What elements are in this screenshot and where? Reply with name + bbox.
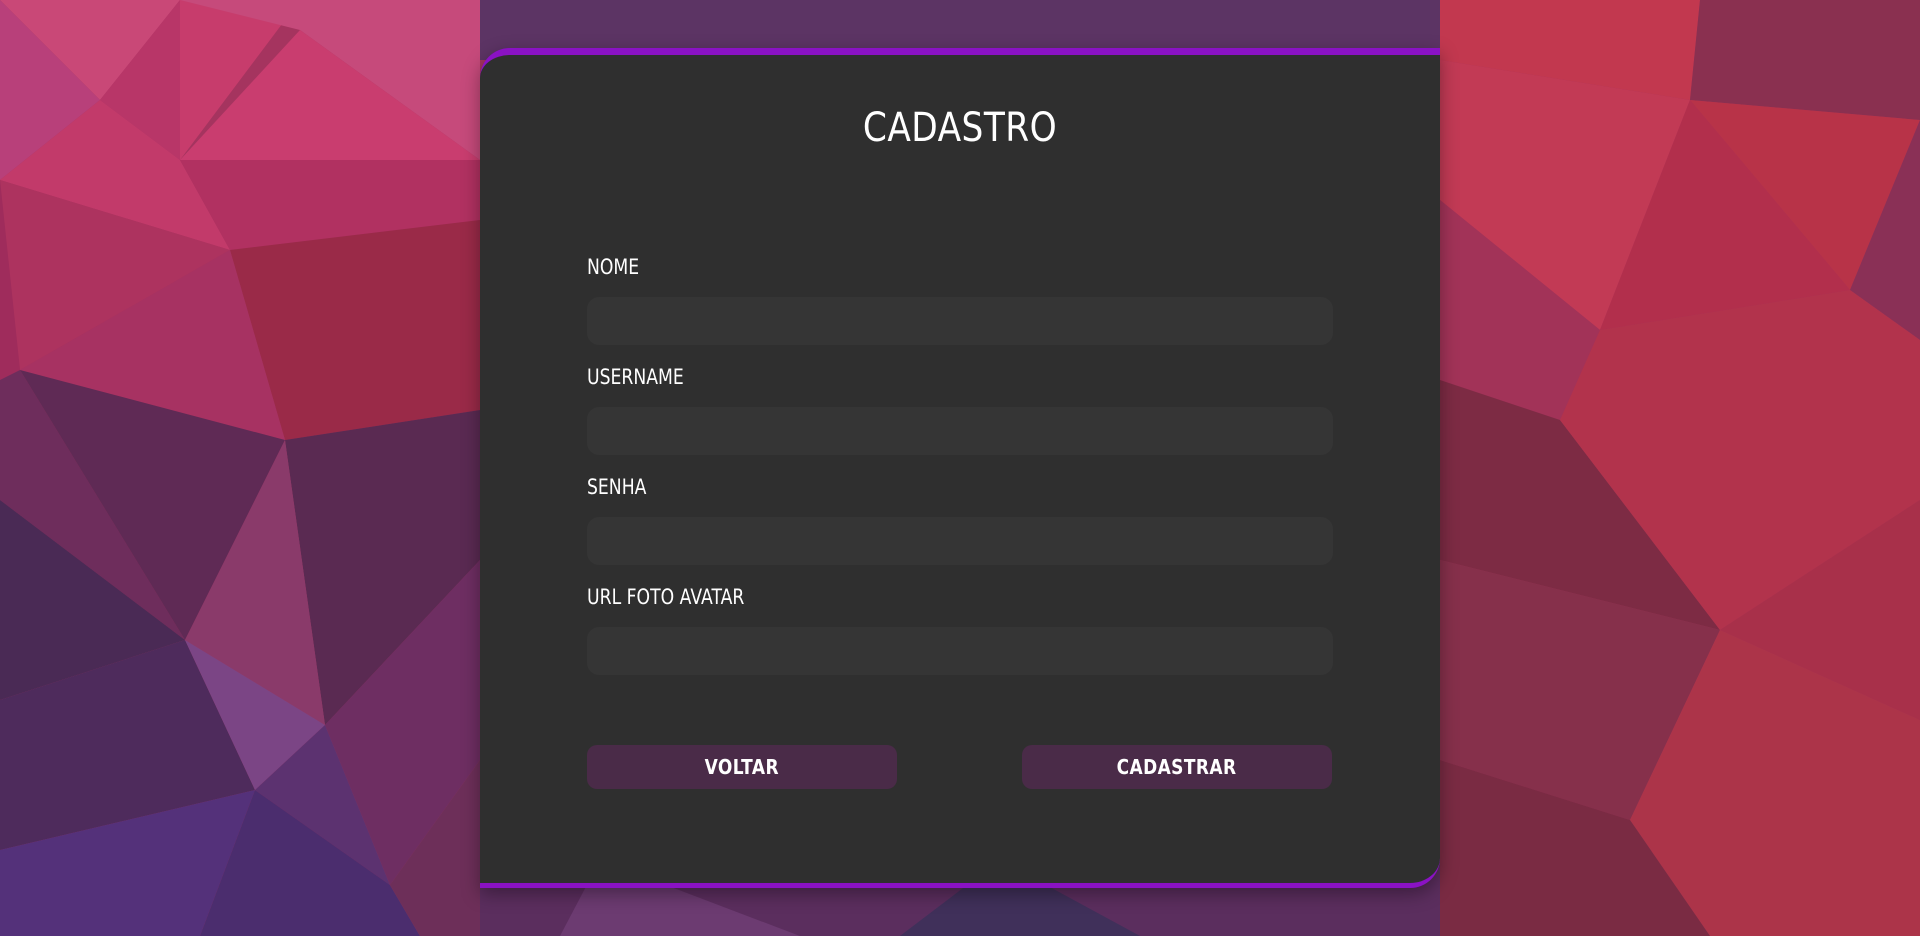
signup-card: CADASTRO NOME USERNAME SENHA URL FOTO AV… [480, 48, 1440, 888]
signup-button[interactable]: CADASTRAR [1022, 745, 1332, 789]
page-title: CADASTRO [862, 105, 1058, 151]
password-label: SENHA [587, 475, 647, 499]
back-button-label: VOLTAR [704, 755, 780, 779]
avatar-url-label: URL FOTO AVATAR [587, 585, 745, 609]
avatar-url-input[interactable] [587, 627, 1333, 675]
password-input[interactable] [587, 517, 1333, 565]
name-input[interactable] [587, 297, 1333, 345]
name-label: NOME [587, 255, 640, 279]
username-input[interactable] [587, 407, 1333, 455]
signup-button-label: CADASTRAR [1117, 755, 1237, 779]
back-button[interactable]: VOLTAR [587, 745, 897, 789]
username-label: USERNAME [587, 365, 684, 389]
